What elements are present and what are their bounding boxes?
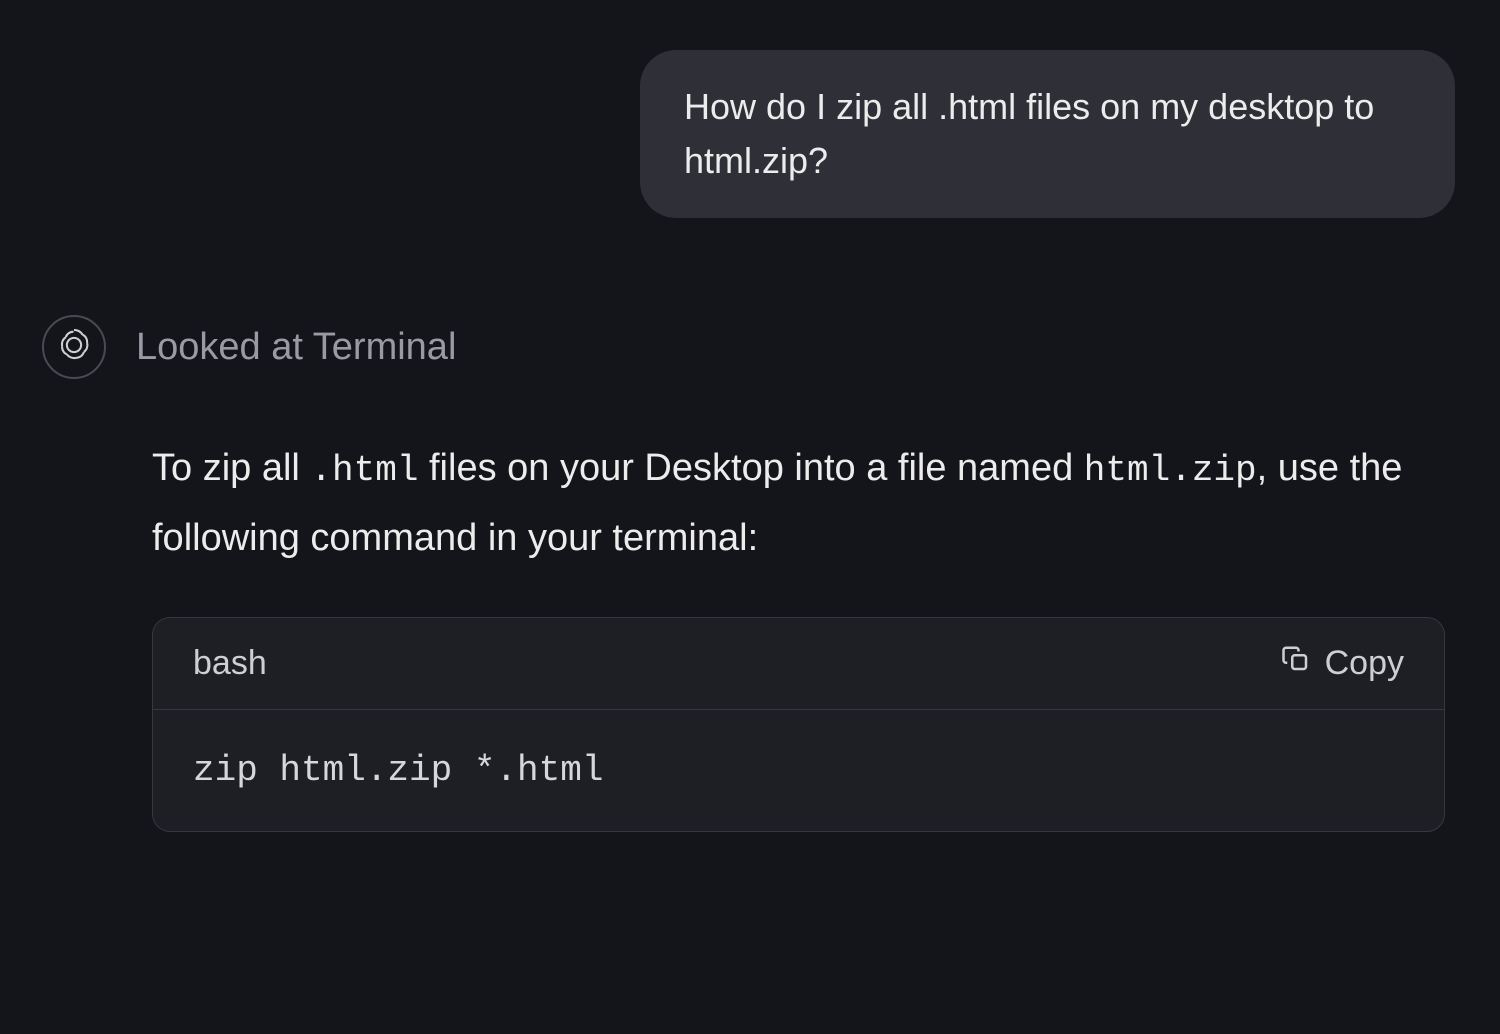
assistant-response-block: Looked at Terminal To zip all .html file… bbox=[42, 315, 1455, 832]
code-content[interactable]: zip html.zip *.html bbox=[153, 710, 1444, 831]
inline-code: html.zip bbox=[1084, 450, 1257, 491]
copy-button-label: Copy bbox=[1325, 644, 1404, 683]
assistant-status-text: Looked at Terminal bbox=[136, 326, 456, 369]
inline-code: .html bbox=[310, 450, 418, 491]
copy-button[interactable]: Copy bbox=[1281, 644, 1404, 683]
user-message-text: How do I zip all .html files on my deskt… bbox=[684, 86, 1374, 181]
code-language-label: bash bbox=[193, 644, 267, 683]
assistant-avatar bbox=[42, 315, 106, 379]
assistant-status-row: Looked at Terminal bbox=[42, 315, 1455, 379]
response-segment: files on your Desktop into a file named bbox=[418, 447, 1083, 489]
code-block-header: bash Copy bbox=[153, 618, 1444, 710]
response-segment: To zip all bbox=[152, 447, 310, 489]
user-message-bubble: How do I zip all .html files on my deskt… bbox=[640, 50, 1455, 218]
code-block: bash Copy zip html.zip *.html bbox=[152, 617, 1445, 832]
assistant-response-text: To zip all .html files on your Desktop i… bbox=[152, 434, 1445, 572]
openai-logo-icon bbox=[55, 326, 93, 369]
copy-icon bbox=[1281, 644, 1311, 683]
